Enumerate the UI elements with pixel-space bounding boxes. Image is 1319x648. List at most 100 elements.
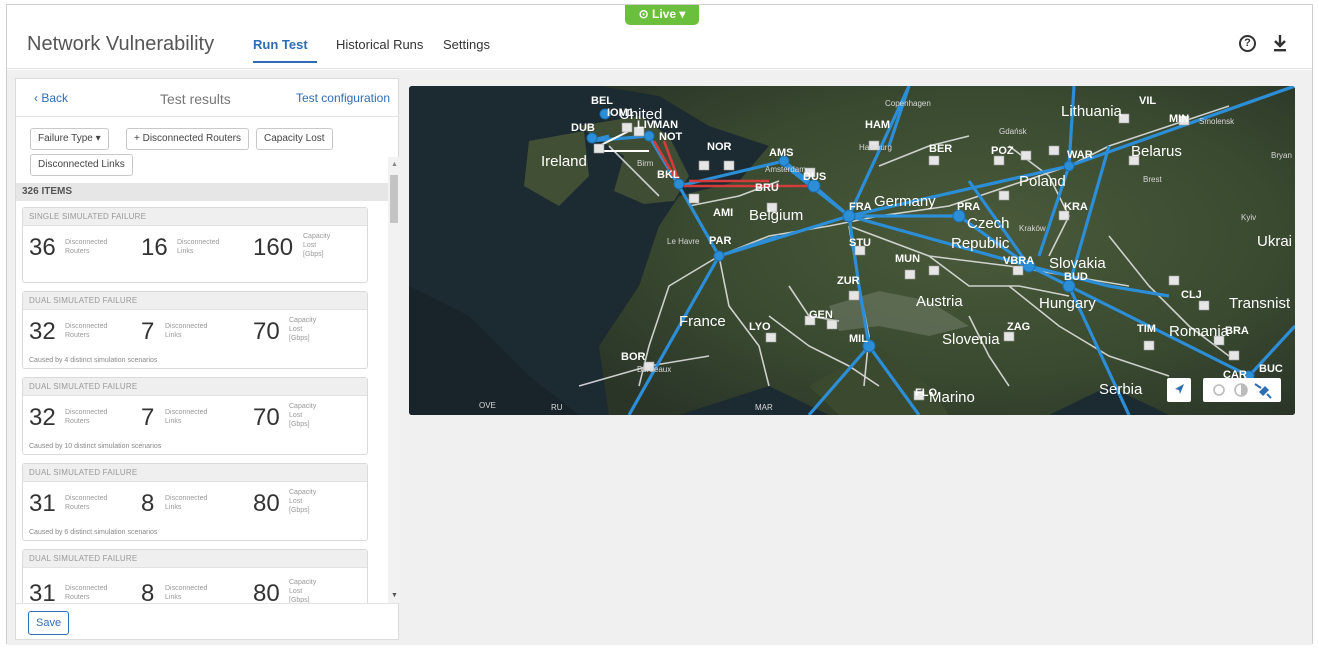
city-label: Birm [637, 159, 654, 168]
filter-failure-type[interactable]: Failure Type ▾ [30, 128, 109, 150]
app-window: Network Vulnerability Run Test Historica… [6, 4, 1313, 645]
result-card[interactable]: DUAL SIMULATED FAILURE 32 Disconnected R… [22, 291, 368, 369]
capacity-value: 80 [253, 490, 280, 517]
scroll-thumb[interactable] [390, 175, 398, 223]
node-label: NOT [659, 131, 683, 143]
city-label: Bordeaux [637, 365, 671, 374]
node-label: AMS [769, 147, 793, 159]
links-value: 7 [141, 318, 155, 345]
routers-label: Disconnected Routers [65, 409, 108, 425]
moon-icon[interactable] [1234, 383, 1248, 397]
routers-value: 31 [29, 490, 56, 517]
failure-type-label: SINGLE SIMULATED FAILURE [23, 208, 367, 226]
country-label: Ireland [541, 153, 587, 170]
active-tab-indicator [253, 61, 317, 63]
capacity-value: 80 [253, 580, 280, 603]
node-label: ZUR [837, 275, 860, 287]
node-label: BUC [1259, 363, 1283, 375]
links-label: Disconnected Links [165, 495, 208, 511]
download-icon[interactable] [1272, 33, 1288, 53]
capacity-label: Capacity Lost [Gbps] [289, 489, 317, 514]
result-card[interactable]: DUAL SIMULATED FAILURE 32 Disconnected R… [22, 377, 368, 455]
map-locate-button[interactable] [1167, 378, 1191, 402]
back-link[interactable]: ‹ Back [34, 91, 68, 105]
country-label: Serbia [1099, 381, 1143, 398]
links-value: 16 [141, 234, 168, 261]
navigate-icon [1175, 384, 1184, 394]
country-label: Lithuania [1061, 103, 1123, 120]
country-label: Belgium [749, 207, 803, 224]
country-label: Slovenia [942, 331, 1000, 348]
city-label: Copenhagen [885, 99, 931, 108]
tab-historical-runs[interactable]: Historical Runs [336, 37, 423, 52]
sun-icon[interactable] [1213, 384, 1225, 396]
node-label: MIN [1169, 113, 1189, 125]
node-label: DUS [803, 171, 826, 183]
save-button[interactable]: Save [28, 611, 70, 635]
filter-disconnected-routers[interactable]: + Disconnected Routers [126, 128, 250, 150]
links-label: Disconnected Links [165, 585, 208, 601]
node-label: BRU [755, 182, 779, 194]
result-card[interactable]: SINGLE SIMULATED FAILURE 36 Disconnected… [22, 207, 368, 283]
network-map[interactable]: United Ireland Belgium France Austria Sl… [409, 86, 1295, 415]
filter-disconnected-links[interactable]: Disconnected Links [30, 154, 133, 176]
city-label: MAR [755, 403, 773, 412]
country-label: Transnist [1229, 295, 1291, 312]
results-scrollbar[interactable]: ▲ ▼ [388, 157, 400, 603]
tab-settings[interactable]: Settings [443, 37, 490, 52]
node-label: STU [849, 237, 871, 249]
map-canvas[interactable]: United Ireland Belgium France Austria Sl… [409, 86, 1295, 415]
country-label: Austria [916, 293, 963, 310]
cause-text: Caused by 4 distinct simulation scenario… [29, 357, 158, 364]
city-label: Brest [1143, 175, 1162, 184]
satellite-icon[interactable] [1254, 383, 1272, 399]
result-card[interactable]: DUAL SIMULATED FAILURE 31 Disconnected R… [22, 549, 368, 603]
scroll-up-arrow[interactable]: ▲ [391, 161, 398, 168]
node-label: HAM [865, 119, 890, 131]
country-label: Republic [951, 235, 1010, 252]
cause-text: Caused by 10 distinct simulation scenari… [29, 443, 162, 450]
node-label: PAR [709, 235, 731, 247]
scroll-down-arrow[interactable]: ▼ [391, 592, 398, 599]
live-mode-dropdown[interactable]: ⊙ Live ▾ [625, 5, 699, 25]
node-label: MIL [849, 333, 868, 345]
routers-value: 31 [29, 580, 56, 603]
city-label: Amsterdam [765, 165, 806, 174]
items-count: 326 ITEMS [16, 183, 388, 201]
node-label: FLO [915, 387, 937, 399]
city-label: RU [551, 403, 563, 412]
capacity-value: 160 [253, 234, 294, 261]
links-value: 8 [141, 580, 155, 603]
node-label: WAR [1067, 149, 1093, 161]
map-style-toggle[interactable] [1203, 378, 1281, 402]
city-label: Gdańsk [999, 127, 1028, 136]
routers-value: 32 [29, 318, 56, 345]
failure-type-label: DUAL SIMULATED FAILURE [23, 378, 367, 396]
test-configuration-link[interactable]: Test configuration [296, 91, 390, 105]
links-label: Disconnected Links [165, 323, 208, 339]
routers-value: 36 [29, 234, 56, 261]
city-label: Kraków [1019, 224, 1046, 233]
node-label: TIM [1137, 323, 1156, 335]
help-icon[interactable]: ? [1239, 35, 1256, 52]
app-title: Network Vulnerability [27, 33, 215, 55]
node-label: BEL [591, 95, 613, 107]
city-label: Hamburg [859, 143, 892, 152]
node-label: CLJ [1181, 289, 1202, 301]
node-label: GEN [809, 309, 833, 321]
node-label: BRA [1225, 325, 1249, 337]
city-label: OVE [479, 401, 496, 410]
failure-type-label: DUAL SIMULATED FAILURE [23, 464, 367, 482]
tab-run-test[interactable]: Run Test [253, 37, 308, 52]
links-label: Disconnected Links [165, 409, 208, 425]
country-label: Germany [874, 193, 936, 210]
city-label: Bryan [1271, 151, 1292, 160]
result-card[interactable]: DUAL SIMULATED FAILURE 31 Disconnected R… [22, 463, 368, 541]
node-label: VIL [1139, 95, 1156, 107]
city-label: Le Havre [667, 237, 700, 246]
failure-type-label: DUAL SIMULATED FAILURE [23, 550, 367, 568]
routers-label: Disconnected Routers [65, 239, 108, 255]
node-label: ZAG [1007, 321, 1030, 333]
filter-capacity-lost[interactable]: Capacity Lost [256, 128, 333, 150]
country-label: Romania [1169, 323, 1230, 340]
